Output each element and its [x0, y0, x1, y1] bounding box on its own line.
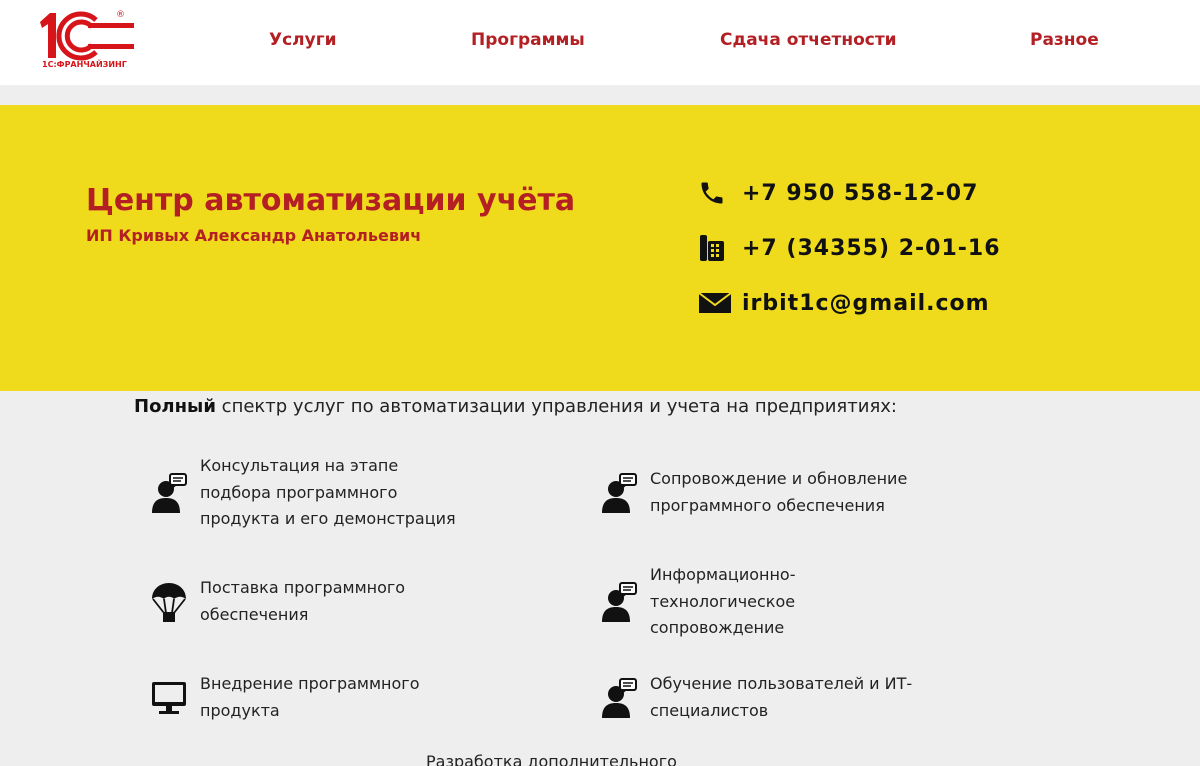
nav-sdacha-otchetnosti[interactable]: Сдача отчетности: [720, 30, 897, 50]
service-line: Обучение пользователей и ИТ-: [650, 674, 913, 693]
service-item-consultation: Консультация на этапе подбора программно…: [150, 453, 456, 533]
service-text: Информационно- технологическое сопровожд…: [650, 562, 796, 642]
nav-raznoe[interactable]: Разное: [1030, 30, 1099, 50]
company-owner: ИП Кривых Александр Анатольевич: [86, 226, 422, 245]
contact-mobile[interactable]: +7 950 558-12-07: [698, 178, 978, 208]
contact-office-text: +7 (34355) 2-01-16: [742, 235, 1001, 261]
service-line: продукта и его демонстрация: [200, 509, 456, 528]
consultant-icon: [600, 471, 650, 515]
services-intro: Полный спектр услуг по автоматизации упр…: [134, 396, 897, 417]
service-text: Внедрение программного продукта: [200, 671, 420, 724]
service-line: специалистов: [650, 700, 769, 720]
service-item-it-support: Информационно- технологическое сопровожд…: [600, 562, 796, 642]
service-item-development-partial: Разработка дополнительного: [426, 752, 677, 766]
intro-rest: спектр услуг по автоматизации управления…: [215, 396, 897, 417]
service-line: Поставка программного: [200, 578, 406, 597]
phone-icon: [698, 178, 732, 208]
service-line: подбора программного: [200, 482, 398, 502]
office-phone-icon: [698, 233, 732, 263]
registered-mark: ®: [116, 10, 125, 20]
hero-banner: Центр автоматизации учёта ИП Кривых Алек…: [0, 105, 1200, 391]
service-line: Внедрение программного: [200, 674, 420, 693]
monitor-icon: [150, 676, 200, 720]
nav-programmy[interactable]: Программы: [471, 30, 585, 50]
service-line: обеспечения: [200, 604, 309, 624]
service-item-delivery: Поставка программного обеспечения: [150, 575, 405, 628]
service-text: Сопровождение и обновление программного …: [650, 466, 907, 519]
service-line: сопровождение: [650, 618, 785, 637]
contact-email[interactable]: irbit1c@gmail.com: [698, 288, 990, 318]
contact-mobile-text: +7 950 558-12-07: [742, 180, 979, 206]
service-text: Поставка программного обеспечения: [200, 575, 405, 628]
service-line: Сопровождение и обновление: [650, 469, 908, 488]
nav-uslugi[interactable]: Услуги: [269, 30, 337, 50]
service-item-implementation: Внедрение программного продукта: [150, 671, 420, 724]
service-line: технологическое: [650, 591, 796, 611]
service-line: программного обеспечения: [650, 495, 885, 515]
contact-office[interactable]: +7 (34355) 2-01-16: [698, 233, 1001, 263]
logo-sub-text: 1С:ФРАНЧАЙЗИНГ: [42, 60, 127, 69]
intro-bold: Полный: [134, 396, 216, 417]
service-item-training: Обучение пользователей и ИТ- специалисто…: [600, 671, 912, 724]
envelope-icon: [698, 288, 732, 318]
service-text: Консультация на этапе подбора программно…: [200, 453, 456, 533]
consultant-icon: [150, 471, 200, 515]
service-line: Консультация на этапе: [200, 456, 399, 475]
top-header: 1С:ФРАНЧАЙЗИНГ ® Услуги Программы Сдача …: [0, 0, 1200, 85]
consultant-icon: [600, 676, 650, 720]
contact-email-text: irbit1c@gmail.com: [742, 290, 990, 316]
parachute-icon: [150, 580, 200, 624]
company-title: Центр автоматизации учёта: [86, 183, 576, 218]
consultant-icon: [600, 580, 650, 624]
service-text: Обучение пользователей и ИТ- специалисто…: [650, 671, 912, 724]
service-line: продукта: [200, 700, 280, 720]
service-line: Информационно-: [650, 565, 796, 584]
service-item-support-update: Сопровождение и обновление программного …: [600, 466, 907, 519]
company-logo[interactable]: 1С:ФРАНЧАЙЗИНГ ®: [38, 10, 138, 72]
